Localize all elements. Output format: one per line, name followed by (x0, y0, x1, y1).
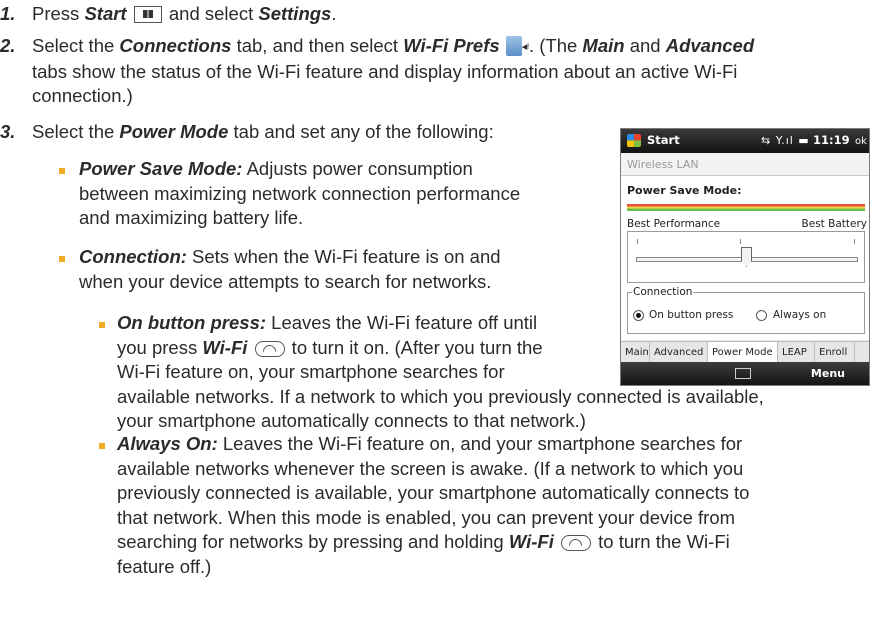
text-wifi: Wi-Fi (202, 336, 248, 358)
step-2-number: 2. (0, 35, 16, 56)
slider-tick (740, 239, 741, 244)
step-1-text: Press Start and select Settings. (32, 2, 336, 27)
power-gradient-bar (627, 204, 865, 211)
phone-body: Power Save Mode: Best Performance Best B… (621, 176, 869, 340)
phone-screenshot: Start ⇆ Y.ıl ▬ 11:19 ok Wireless LAN Pow… (620, 128, 870, 386)
text: you press (117, 336, 203, 358)
label-power-save-mode: Power Save Mode: (79, 158, 243, 179)
radio-always-on[interactable] (756, 310, 767, 321)
connection-group-label: Connection (632, 286, 694, 299)
text: and maximizing battery life. (79, 207, 304, 228)
phone-soft-key-bar: Menu (621, 362, 869, 385)
text: feature off.) (117, 555, 212, 577)
tab-power-mode[interactable]: Power Mode (708, 342, 778, 363)
text-wifi: Wi-Fi (508, 531, 554, 552)
text: Leaves the Wi-Fi feature on, and your sm… (217, 433, 743, 454)
step-2: 2. Select the Connections tab, and then … (0, 34, 870, 110)
tab-advanced[interactable]: Advanced (650, 342, 708, 363)
step-3-text: Select the Power Mode tab and set any of… (32, 120, 494, 145)
wifi-prefs-icon (505, 36, 522, 56)
text: . (The (528, 35, 583, 56)
tab-leap[interactable]: LEAP (778, 342, 815, 363)
text: to turn it on. (After you turn the (286, 336, 543, 358)
text-wifi-prefs: Wi-Fi Prefs (403, 35, 500, 56)
sub-bullet-always-on: Always On: Leaves the Wi-Fi feature on, … (117, 432, 867, 579)
label-always-on: Always On: (117, 433, 218, 454)
text-and-select: and select (163, 3, 259, 24)
bullet-marker (59, 256, 65, 262)
best-performance-label: Best Performance (627, 218, 721, 230)
text: to turn the Wi-Fi (593, 531, 730, 552)
text-period: . (331, 3, 337, 24)
slider-tick (854, 239, 855, 244)
bullet-power-save-mode: Power Save Mode: Adjusts power consumpti… (79, 157, 619, 231)
text: Sets when the Wi-Fi feature is on and (186, 246, 501, 267)
windows-flag-icon[interactable] (627, 134, 641, 147)
text: previously connected is available, your … (117, 482, 750, 503)
radio-on-button-press[interactable] (633, 310, 644, 321)
phone-title-bar: Wireless LAN (621, 153, 869, 176)
power-slider[interactable] (627, 231, 865, 283)
step-2-text: Select the Connections tab, and then sel… (32, 34, 868, 109)
text: between maximizing network connection pe… (79, 182, 521, 204)
text: Select the (32, 35, 120, 56)
step-1-number: 1. (0, 3, 16, 24)
step-2-line-3: connection.) (32, 85, 133, 106)
phone-status-bar: Start ⇆ Y.ıl ▬ 11:19 ok (621, 129, 869, 153)
phone-power-save-label: Power Save Mode: (627, 184, 742, 197)
wifi-key-icon (254, 340, 285, 357)
text: your smartphone automatically connects t… (117, 410, 586, 431)
tab-main[interactable]: Main (621, 342, 650, 363)
bullet-connection: Connection: Sets when the Wi-Fi feature … (79, 245, 619, 294)
text-main: Main (582, 35, 625, 56)
text-advanced: Advanced (665, 35, 755, 56)
phone-start-label[interactable]: Start (647, 134, 680, 147)
step-3-number: 3. (0, 121, 16, 142)
text: when your device attempts to search for … (79, 270, 492, 292)
signal-icon: ⇆ Y.ıl ▬ (761, 134, 810, 147)
label-on-button-press: On button press: (117, 312, 267, 333)
radio-label-always-on[interactable]: Always on (773, 309, 826, 322)
phone-title: Wireless LAN (627, 158, 699, 171)
text: searching for networks by pressing and h… (117, 531, 509, 552)
radio-label-on-button-press[interactable]: On button press (649, 309, 733, 322)
phone-menu-button[interactable]: Menu (811, 367, 845, 380)
text-settings: Settings (258, 3, 332, 24)
slider-thumb[interactable] (741, 247, 752, 267)
phone-tab-bar: Main Advanced Power Mode LEAP Enroll (621, 341, 869, 364)
text: Adjusts power consumption (242, 158, 473, 179)
step-3: 3. Select the Power Mode tab and set any… (0, 120, 610, 146)
bullet-marker (59, 168, 65, 174)
text: tab, and then select (231, 35, 404, 56)
text: and (624, 35, 666, 56)
best-battery-label: Best Battery (801, 218, 867, 230)
text-press: Press (32, 3, 85, 24)
phone-time: 11:19 (813, 133, 850, 147)
step-2-line-2: tabs show the status of the Wi-Fi featur… (32, 60, 738, 82)
text-power-mode: Power Mode (119, 121, 229, 142)
text: available networks. If a network to whic… (117, 385, 764, 407)
text: that network. When this mode is enabled,… (117, 506, 736, 528)
start-key-icon (133, 6, 162, 23)
wifi-key-icon (561, 535, 591, 551)
wifi-waves-icon: ◂ᵎ (521, 41, 529, 53)
text-start: Start (84, 3, 127, 24)
bullet-marker (99, 443, 105, 449)
label-connection: Connection: (79, 246, 187, 267)
text: Leaves the Wi-Fi feature off until (266, 312, 538, 333)
bullet-marker (99, 322, 105, 328)
tab-enroll[interactable]: Enroll (815, 342, 855, 363)
connection-group: Connection On button press Always on (627, 286, 865, 334)
keyboard-icon[interactable] (735, 368, 751, 379)
text: Select the (32, 121, 120, 142)
text: available networks whenever the screen i… (117, 457, 744, 479)
text: tab and set any of the following: (228, 121, 494, 142)
step-1: 1. Press Start and select Settings. (0, 2, 700, 28)
text-connections: Connections (119, 35, 232, 56)
slider-tick (637, 239, 638, 244)
phone-ok-button[interactable]: ok (855, 135, 867, 148)
